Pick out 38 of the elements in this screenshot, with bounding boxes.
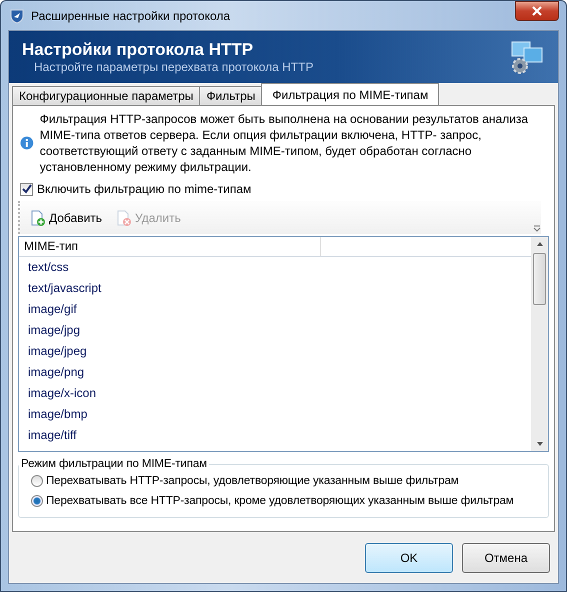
add-document-icon	[30, 210, 46, 226]
tab[interactable]: Фильтры	[199, 86, 262, 105]
list-item[interactable]: image/png	[19, 362, 531, 383]
delete-document-icon	[116, 210, 132, 226]
scrollbar[interactable]	[531, 237, 548, 451]
list-item[interactable]: image/gif	[19, 299, 531, 320]
column-header[interactable]: MIME-тип	[19, 237, 321, 256]
radio-label: Перехватывать HTTP-запросы, удовлетворяющие указанным выше фильтрам	[46, 475, 459, 487]
radio-button[interactable]	[31, 475, 43, 487]
cancel-button[interactable]: Отмена	[462, 542, 550, 572]
list-item[interactable]: image/bmp	[19, 404, 531, 425]
list-item[interactable]: image/tiff	[19, 425, 531, 446]
close-button[interactable]	[515, 1, 559, 21]
checkbox[interactable]	[20, 182, 33, 196]
shield-icon	[9, 8, 25, 24]
list-item[interactable]: text/javascript	[19, 278, 531, 299]
close-icon	[532, 6, 542, 16]
info-text: Фильтрация HTTP-запросов может быть выполнена на основании результатов анализа MIME-типа ответов сервера. Если опция фильтрации включена, HTTP- запрос, соответствующий ответу с заданным MIME-типом, будет обработан согласно установленному режиму фильтрации.	[40, 111, 530, 175]
toolbar-button[interactable]: Добавить	[28, 208, 104, 228]
scroll-thumb[interactable]	[533, 253, 546, 305]
ok-button[interactable]: OK	[365, 542, 453, 572]
header-title: Настройки протокола HTTP	[22, 40, 254, 60]
window-title: Расширенные настройки протокола	[31, 8, 230, 22]
group-title: Режим фильтрации по MIME-типам	[20, 458, 208, 470]
list-item[interactable]: image/jpeg	[19, 341, 531, 362]
radio-label: Перехватывать все HTTP-запросы, кроме удовлетворяющих указанным выше фильтрам	[46, 495, 514, 507]
info-icon	[20, 136, 34, 150]
tab[interactable]: Фильтрация по MIME-типам	[261, 83, 440, 105]
header-subtitle: Настройте параметры перехвата протокола HTTP	[33, 60, 314, 74]
list-item[interactable]: image/x-icon	[19, 383, 531, 404]
tab[interactable]: Конфигурационные параметры	[12, 86, 200, 105]
checkbox-label: Включить фильтрацию по mime-типам	[37, 182, 252, 196]
list-item[interactable]: text/css	[19, 257, 531, 278]
overflow-icon	[533, 224, 541, 232]
radio-button[interactable]	[31, 495, 43, 507]
list-item[interactable]: image/jpg	[19, 320, 531, 341]
scroll-up-icon[interactable]	[536, 241, 544, 247]
scroll-down-icon[interactable]	[536, 441, 544, 447]
